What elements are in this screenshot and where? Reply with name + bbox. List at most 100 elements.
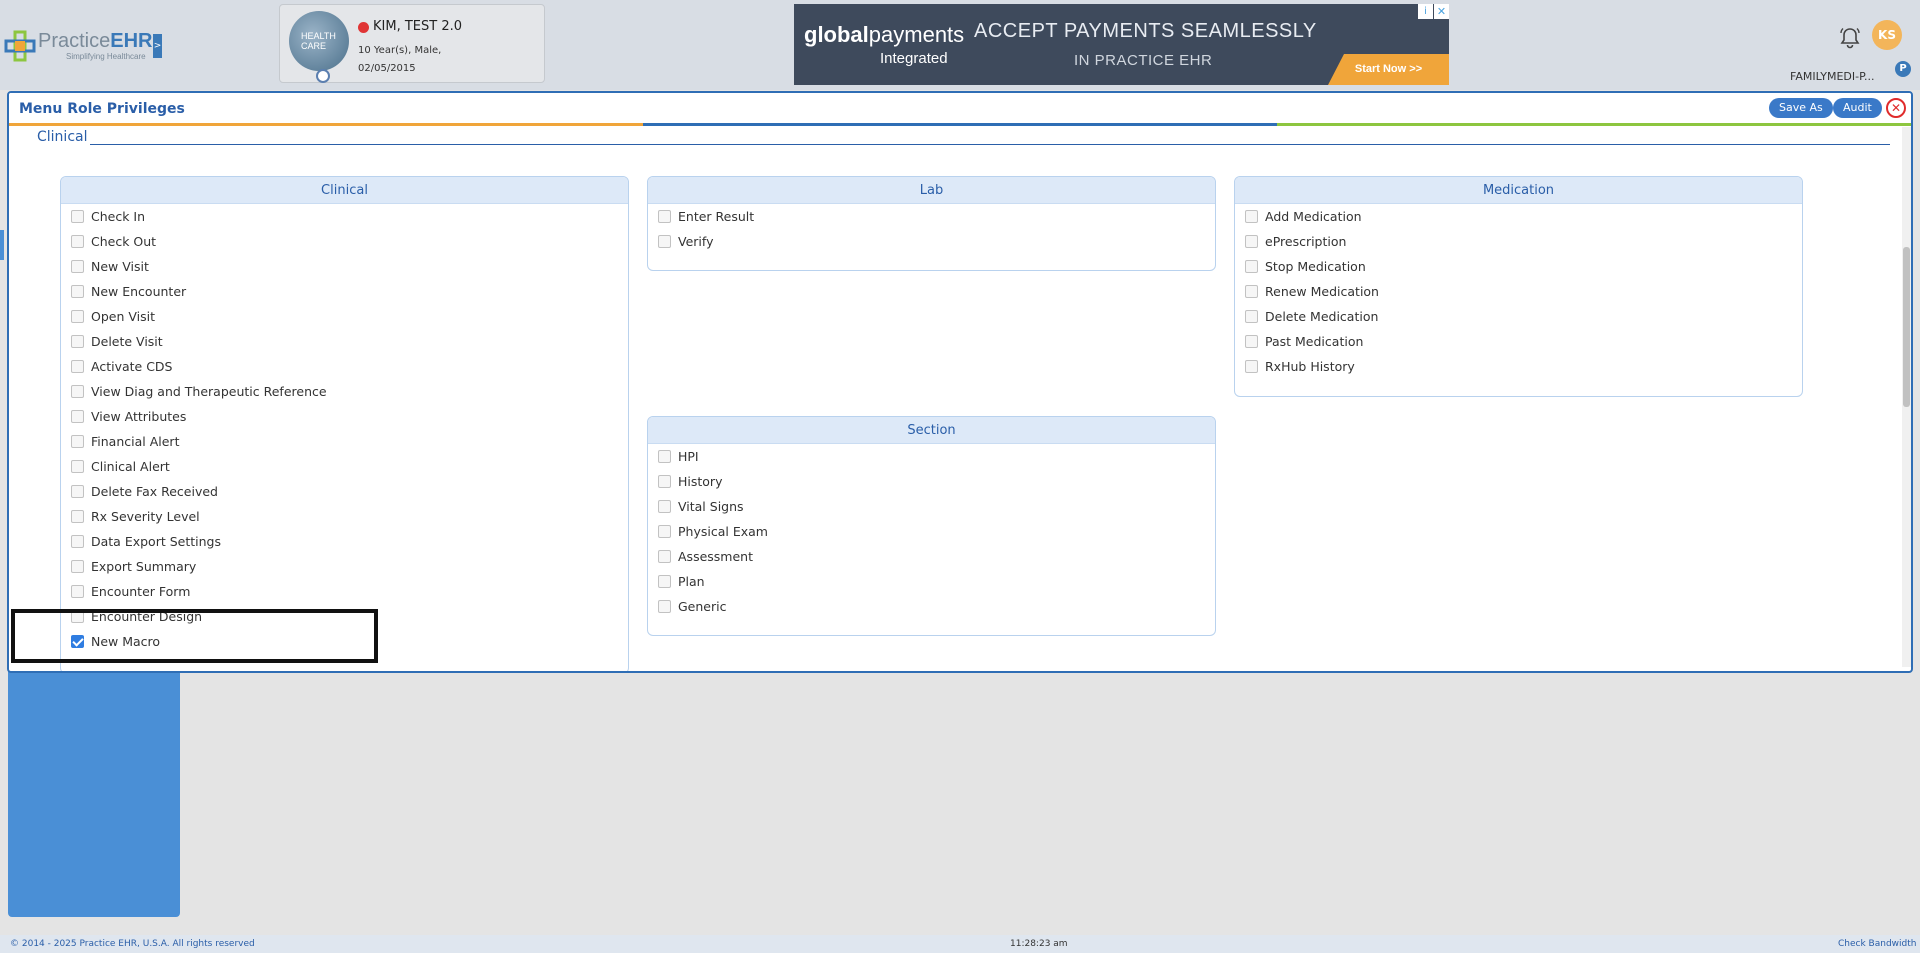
encounter-form-label[interactable]: Encounter Form xyxy=(91,584,190,599)
clinical-item-clinical-alert[interactable]: Clinical Alert xyxy=(61,454,628,479)
ad-start-now-button[interactable]: Start Now >> xyxy=(1328,54,1449,85)
history-label[interactable]: History xyxy=(678,474,722,489)
check-in-checkbox[interactable] xyxy=(71,210,84,223)
new-visit-label[interactable]: New Visit xyxy=(91,259,149,274)
assessment-checkbox[interactable] xyxy=(658,550,671,563)
section-item-hpi[interactable]: HPI xyxy=(648,444,1215,469)
clinical-item-view-attributes[interactable]: View Attributes xyxy=(61,404,628,429)
clinical-alert-label[interactable]: Clinical Alert xyxy=(91,459,170,474)
medication-item-add-medication[interactable]: Add Medication xyxy=(1235,204,1802,229)
clinical-item-activate-cds[interactable]: Activate CDS xyxy=(61,354,628,379)
stop-medication-checkbox[interactable] xyxy=(1245,260,1258,273)
plan-checkbox[interactable] xyxy=(658,575,671,588)
clinical-alert-checkbox[interactable] xyxy=(71,460,84,473)
vital-signs-label[interactable]: Vital Signs xyxy=(678,499,744,514)
clinical-item-rx-severity-level[interactable]: Rx Severity Level xyxy=(61,504,628,529)
delete-visit-label[interactable]: Delete Visit xyxy=(91,334,163,349)
check-bandwidth-link[interactable]: Check Bandwidth xyxy=(1838,939,1916,949)
rx-severity-level-label[interactable]: Rx Severity Level xyxy=(91,509,200,524)
delete-fax-received-checkbox[interactable] xyxy=(71,485,84,498)
hpi-checkbox[interactable] xyxy=(658,450,671,463)
clinical-item-encounter-form[interactable]: Encounter Form xyxy=(61,579,628,604)
activate-cds-label[interactable]: Activate CDS xyxy=(91,359,173,374)
hpi-label[interactable]: HPI xyxy=(678,449,699,464)
financial-alert-label[interactable]: Financial Alert xyxy=(91,434,179,449)
verify-checkbox[interactable] xyxy=(658,235,671,248)
notification-bell-icon[interactable] xyxy=(1838,26,1862,50)
clinical-item-encounter-design[interactable]: Encounter Design xyxy=(61,604,628,629)
encounter-form-checkbox[interactable] xyxy=(71,585,84,598)
clinical-item-data-export-settings[interactable]: Data Export Settings xyxy=(61,529,628,554)
view-diag-and-therapeutic-reference-checkbox[interactable] xyxy=(71,385,84,398)
lab-item-enter-result[interactable]: Enter Result xyxy=(648,204,1215,229)
clinical-item-delete-fax-received[interactable]: Delete Fax Received xyxy=(61,479,628,504)
dialog-scrollbar[interactable] xyxy=(1902,127,1911,667)
clinical-item-new-encounter[interactable]: New Encounter xyxy=(61,279,628,304)
practice-pin-icon[interactable]: P xyxy=(1895,61,1911,77)
financial-alert-checkbox[interactable] xyxy=(71,435,84,448)
renew-medication-label[interactable]: Renew Medication xyxy=(1265,284,1379,299)
scroll-thumb[interactable] xyxy=(1903,247,1910,407)
export-summary-label[interactable]: Export Summary xyxy=(91,559,196,574)
ad-close-icon[interactable]: ✕ xyxy=(1434,4,1449,19)
new-visit-checkbox[interactable] xyxy=(71,260,84,273)
clinical-item-new-visit[interactable]: New Visit xyxy=(61,254,628,279)
medication-item-past-medication[interactable]: Past Medication xyxy=(1235,329,1802,354)
audit-button[interactable]: Audit xyxy=(1833,98,1882,118)
clinical-item-export-summary[interactable]: Export Summary xyxy=(61,554,628,579)
eprescription-checkbox[interactable] xyxy=(1245,235,1258,248)
encounter-design-checkbox[interactable] xyxy=(71,610,84,623)
clinical-item-new-macro[interactable]: New Macro xyxy=(61,629,628,654)
practice-name[interactable]: FAMILYMEDI-P... xyxy=(1790,70,1875,83)
check-out-checkbox[interactable] xyxy=(71,235,84,248)
section-item-physical-exam[interactable]: Physical Exam xyxy=(648,519,1215,544)
view-diag-and-therapeutic-reference-label[interactable]: View Diag and Therapeutic Reference xyxy=(91,384,327,399)
check-in-label[interactable]: Check In xyxy=(91,209,145,224)
vital-signs-checkbox[interactable] xyxy=(658,500,671,513)
rxhub-history-label[interactable]: RxHub History xyxy=(1265,359,1355,374)
data-export-settings-checkbox[interactable] xyxy=(71,535,84,548)
clinical-item-open-visit[interactable]: Open Visit xyxy=(61,304,628,329)
section-item-generic[interactable]: Generic xyxy=(648,594,1215,619)
check-out-label[interactable]: Check Out xyxy=(91,234,156,249)
lab-item-verify[interactable]: Verify xyxy=(648,229,1215,254)
clinical-item-financial-alert[interactable]: Financial Alert xyxy=(61,429,628,454)
encounter-design-label[interactable]: Encounter Design xyxy=(91,609,202,624)
stop-medication-label[interactable]: Stop Medication xyxy=(1265,259,1366,274)
medication-item-delete-medication[interactable]: Delete Medication xyxy=(1235,304,1802,329)
user-avatar[interactable]: KS xyxy=(1872,20,1902,50)
enter-result-checkbox[interactable] xyxy=(658,210,671,223)
eprescription-label[interactable]: ePrescription xyxy=(1265,234,1346,249)
patient-card[interactable]: HEALTH CARE KIM, TEST 2.0 10 Year(s), Ma… xyxy=(279,4,545,83)
physical-exam-label[interactable]: Physical Exam xyxy=(678,524,768,539)
save-as-button[interactable]: Save As xyxy=(1769,98,1833,118)
ad-banner[interactable]: globalpayments Integrated ACCEPT PAYMENT… xyxy=(794,4,1449,85)
rxhub-history-checkbox[interactable] xyxy=(1245,360,1258,373)
left-sidebar-tab[interactable] xyxy=(0,230,4,260)
medication-item-rxhub-history[interactable]: RxHub History xyxy=(1235,354,1802,379)
open-visit-label[interactable]: Open Visit xyxy=(91,309,155,324)
delete-fax-received-label[interactable]: Delete Fax Received xyxy=(91,484,218,499)
add-medication-label[interactable]: Add Medication xyxy=(1265,209,1362,224)
section-item-vital-signs[interactable]: Vital Signs xyxy=(648,494,1215,519)
delete-medication-label[interactable]: Delete Medication xyxy=(1265,309,1378,324)
activate-cds-checkbox[interactable] xyxy=(71,360,84,373)
section-item-plan[interactable]: Plan xyxy=(648,569,1215,594)
new-macro-checkbox[interactable] xyxy=(71,635,84,648)
renew-medication-checkbox[interactable] xyxy=(1245,285,1258,298)
view-attributes-checkbox[interactable] xyxy=(71,410,84,423)
delete-medication-checkbox[interactable] xyxy=(1245,310,1258,323)
generic-checkbox[interactable] xyxy=(658,600,671,613)
new-encounter-checkbox[interactable] xyxy=(71,285,84,298)
plan-label[interactable]: Plan xyxy=(678,574,705,589)
past-medication-label[interactable]: Past Medication xyxy=(1265,334,1363,349)
new-macro-label[interactable]: New Macro xyxy=(91,634,160,649)
clinical-item-view-diag-and-therapeutic-reference[interactable]: View Diag and Therapeutic Reference xyxy=(61,379,628,404)
data-export-settings-label[interactable]: Data Export Settings xyxy=(91,534,221,549)
generic-label[interactable]: Generic xyxy=(678,599,726,614)
section-item-history[interactable]: History xyxy=(648,469,1215,494)
delete-visit-checkbox[interactable] xyxy=(71,335,84,348)
medication-item-stop-medication[interactable]: Stop Medication xyxy=(1235,254,1802,279)
past-medication-checkbox[interactable] xyxy=(1245,335,1258,348)
enter-result-label[interactable]: Enter Result xyxy=(678,209,754,224)
